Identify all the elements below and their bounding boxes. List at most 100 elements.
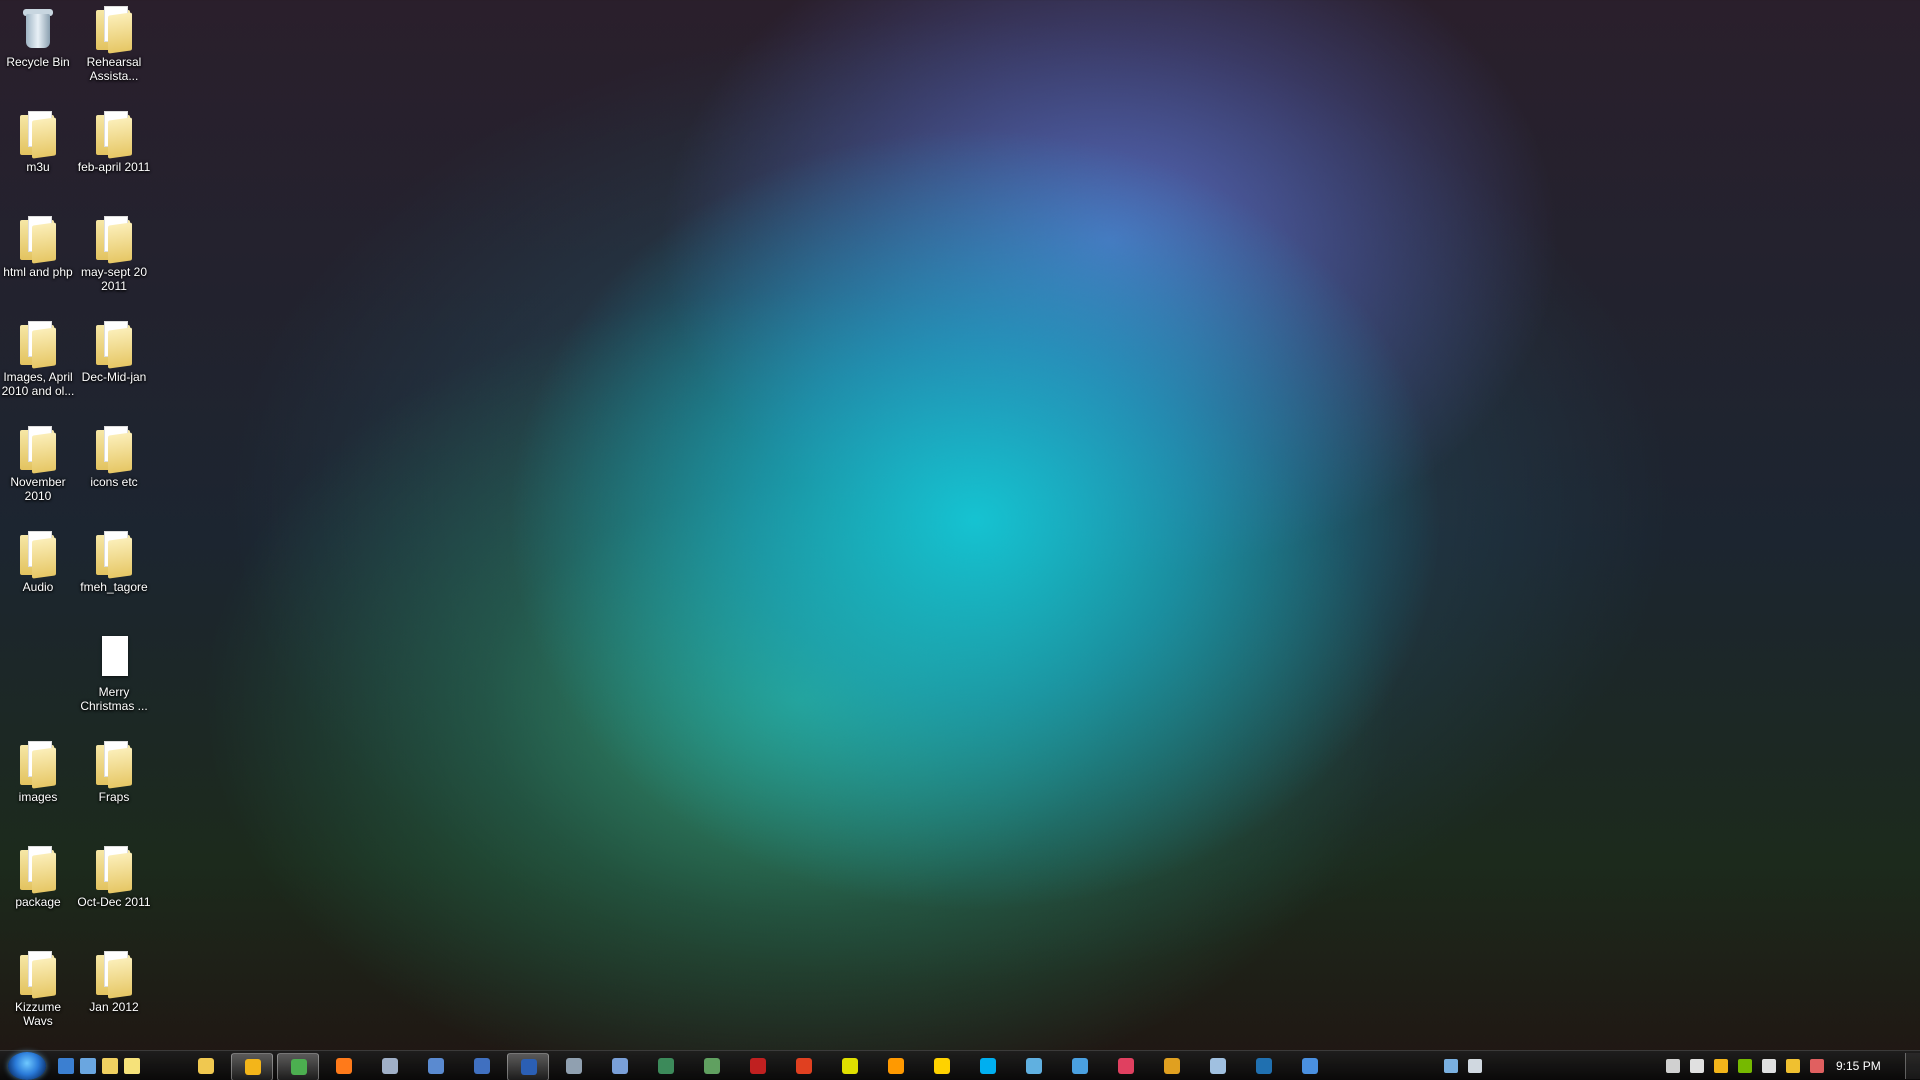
app-icon [566, 1058, 582, 1074]
system-clock[interactable]: 9:15 PM [1836, 1059, 1881, 1073]
taskbar-button[interactable] [1013, 1053, 1053, 1079]
taskbar-button[interactable] [967, 1053, 1007, 1079]
desktop-icon[interactable]: fmeh_tagore [76, 525, 152, 594]
volume-icon[interactable] [1762, 1059, 1776, 1073]
taskbar-button[interactable] [1151, 1053, 1191, 1079]
desktop-icon[interactable]: may-sept 20 2011 [76, 210, 152, 293]
network-share-icon[interactable] [1444, 1059, 1458, 1073]
desktop: Recycle Bin Rehearsal Assista... m3u feb-ap… [0, 0, 1920, 1050]
app-icon [1256, 1058, 1272, 1074]
notes-icon[interactable] [102, 1058, 118, 1074]
computer-icon[interactable] [80, 1058, 96, 1074]
desktop-icon-label: m3u [26, 160, 50, 174]
app-icon [1118, 1058, 1134, 1074]
taskbar-button[interactable] [1243, 1053, 1283, 1079]
document-icon [90, 634, 138, 682]
folder-icon [14, 844, 62, 894]
taskbar-button[interactable] [645, 1053, 685, 1079]
show-desktop-icon[interactable] [58, 1058, 74, 1074]
taskbar-button[interactable] [921, 1053, 961, 1079]
desktop-icon-label: November 2010 [10, 475, 66, 503]
taskbar-button[interactable] [1105, 1053, 1145, 1079]
taskbar-button[interactable] [277, 1053, 319, 1080]
desktop-icon[interactable]: images [0, 735, 76, 804]
folder-icon [90, 424, 138, 474]
folder-icon [14, 424, 62, 474]
desktop-icon-label: Fraps [98, 790, 130, 804]
taskbar-button[interactable] [369, 1053, 409, 1079]
sticky-note-icon[interactable] [124, 1058, 140, 1074]
desktop-icon[interactable]: Kizzume Wavs [0, 945, 76, 1028]
desktop-icon-label: Oct-Dec 2011 [77, 895, 151, 909]
drive-icon[interactable] [1468, 1059, 1482, 1073]
desktop-icon-label: Merry Christmas ... [80, 685, 148, 713]
desktop-icon[interactable]: Dec-Mid-jan [76, 315, 152, 384]
taskbar-button[interactable] [1197, 1053, 1237, 1079]
desktop-icon[interactable]: m3u [0, 105, 76, 174]
desktop-icon[interactable]: Merry Christmas ... [76, 630, 152, 713]
desktop-icon-label: Recycle Bin [6, 55, 70, 69]
desktop-icon-label: html and php [3, 265, 73, 279]
headset-icon[interactable] [1786, 1059, 1800, 1073]
desktop-icon[interactable]: Oct-Dec 2011 [76, 840, 152, 909]
taskbar-button[interactable] [553, 1053, 593, 1079]
taskbar-button[interactable] [829, 1053, 869, 1079]
folder-icon [14, 739, 62, 789]
taskbar-button[interactable] [415, 1053, 455, 1079]
app-icon [842, 1058, 858, 1074]
app-icon [1210, 1058, 1226, 1074]
desktop-icon[interactable]: Images, April 2010 and ol... [0, 315, 76, 398]
speaker-icon[interactable] [1810, 1059, 1824, 1073]
desktop-icon[interactable]: package [0, 840, 76, 909]
desktop-icon-label: images [18, 790, 58, 804]
taskbar-button[interactable] [461, 1053, 501, 1079]
folder-icon [90, 109, 138, 159]
desktop-icon-label: Jan 2012 [89, 1000, 139, 1014]
desktop-icon-label: Audio [22, 580, 54, 594]
folder-icon [90, 319, 138, 369]
taskbar-button[interactable] [599, 1053, 639, 1079]
desktop-icon[interactable]: feb-april 2011 [76, 105, 152, 174]
app-icon [474, 1058, 490, 1074]
desktop-icon[interactable]: icons etc [76, 420, 152, 489]
taskbar-button[interactable] [1059, 1053, 1099, 1079]
taskbar-button[interactable] [185, 1053, 225, 1079]
folder-icon [14, 109, 62, 159]
folder-icon [14, 214, 62, 264]
folder-icon [14, 949, 62, 999]
taskbar-button[interactable] [691, 1053, 731, 1079]
taskbar-button[interactable] [875, 1053, 915, 1079]
folder-icon [90, 529, 138, 579]
taskbar-button[interactable] [323, 1053, 363, 1079]
nvidia-icon[interactable] [1738, 1059, 1752, 1073]
firefox-icon [336, 1058, 352, 1074]
start-button[interactable] [8, 1052, 46, 1080]
folder-icon [14, 319, 62, 369]
folder-icon [90, 4, 138, 54]
desktop-icon-label: feb-april 2011 [77, 160, 151, 174]
desktop-icon[interactable]: html and php [0, 210, 76, 279]
app-icon [796, 1058, 812, 1074]
taskbar-button[interactable] [231, 1053, 273, 1080]
show-desktop-button[interactable] [1905, 1053, 1920, 1079]
taskbar-button[interactable] [507, 1053, 549, 1080]
desktop-icon[interactable]: November 2010 [0, 420, 76, 503]
desktop-icon[interactable]: Audio [0, 525, 76, 594]
app-icon [612, 1058, 628, 1074]
taskbar-button[interactable] [737, 1053, 777, 1079]
desktop-icon[interactable]: Recycle Bin [0, 0, 76, 69]
app-icon [382, 1058, 398, 1074]
desktop-icon-label: Kizzume Wavs [14, 1000, 61, 1028]
desktop-icon[interactable]: Fraps [76, 735, 152, 804]
desktop-icon[interactable]: Jan 2012 [76, 945, 152, 1014]
app-icon [1302, 1058, 1318, 1074]
app-icon [1072, 1058, 1088, 1074]
desktop-icon[interactable]: Rehearsal Assista... [76, 0, 152, 83]
outlook-tray-icon[interactable] [1714, 1059, 1728, 1073]
flag-icon[interactable] [1690, 1059, 1704, 1073]
taskbar-button[interactable] [783, 1053, 823, 1079]
outlook-icon [245, 1059, 261, 1075]
action-center-icon[interactable] [1666, 1059, 1680, 1073]
recycle-bin-icon [14, 4, 62, 52]
taskbar-button[interactable] [1289, 1053, 1329, 1079]
